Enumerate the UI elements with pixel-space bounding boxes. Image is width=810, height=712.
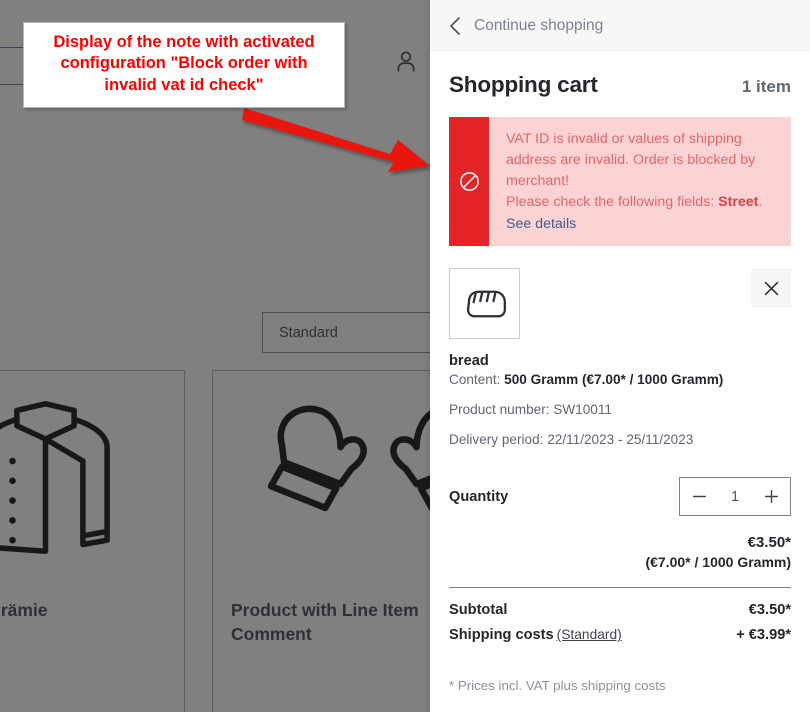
summary-row-shipping: Shipping costs (Standard) + €3.99* bbox=[449, 627, 791, 643]
shipping-costs-value: + €3.99* bbox=[736, 627, 791, 644]
product-content-value: 500 Gramm (€7.00* / 1000 Gramm) bbox=[504, 372, 724, 388]
product-card[interactable]: Product with Line Item Comment bbox=[212, 370, 430, 712]
see-details-link[interactable]: See details bbox=[506, 214, 576, 235]
cart-line-item: bread Content: 500 Gramm (€7.00* / 1000 … bbox=[430, 246, 810, 570]
subtotal-value: €3.50* bbox=[748, 602, 791, 619]
shipping-costs-text: Shipping costs bbox=[449, 627, 554, 644]
alert-stripe bbox=[449, 117, 489, 247]
annotation-callout-text: Display of the note with activated confi… bbox=[53, 33, 315, 94]
line-item-total-price: €3.50* bbox=[747, 534, 791, 552]
alert-fields-line: Please check the following fields: Stree… bbox=[506, 192, 779, 213]
quantity-stepper[interactable]: 1 bbox=[679, 477, 791, 517]
quantity-label: Quantity bbox=[449, 488, 509, 505]
alert-fields-value: Street bbox=[718, 193, 759, 210]
annotation-callout-box: Display of the note with activated confi… bbox=[23, 22, 345, 109]
cart-title-row: Shopping cart 1 item bbox=[430, 52, 810, 98]
annotation-arrow bbox=[242, 108, 430, 172]
bread-loaf-icon[interactable] bbox=[449, 268, 520, 340]
delivery-period: Delivery period: 22/11/2023 - 25/11/2023 bbox=[449, 432, 694, 448]
chevron-left-icon[interactable] bbox=[449, 16, 461, 36]
alert-fields-prefix: Please check the following fields: bbox=[506, 193, 719, 210]
alert-fields-suffix: . bbox=[758, 193, 763, 210]
shipping-method-link[interactable]: (Standard) bbox=[557, 627, 622, 642]
shipping-costs-label: Shipping costs (Standard) bbox=[449, 627, 622, 643]
subtotal-label: Subtotal bbox=[449, 602, 508, 619]
shopping-cart-offcanvas: Continue shopping Shopping cart 1 item V… bbox=[430, 0, 810, 712]
person-icon[interactable] bbox=[393, 48, 419, 74]
page-title: Shopping cart bbox=[449, 72, 598, 97]
product-card[interactable]: en eine Prämie bbox=[0, 370, 185, 712]
mittens-icon bbox=[213, 395, 430, 547]
vat-note: * Prices incl. VAT plus shipping costs bbox=[449, 678, 666, 694]
cart-line-item-top bbox=[449, 268, 791, 340]
alert-message: VAT ID is invalid or values of shipping … bbox=[506, 131, 756, 189]
plus-icon[interactable] bbox=[752, 478, 790, 515]
quantity-input[interactable]: 1 bbox=[718, 489, 752, 505]
blocked-icon bbox=[458, 170, 481, 193]
continue-shopping-link[interactable]: Continue shopping bbox=[474, 17, 603, 35]
sort-select-value: Standard bbox=[279, 324, 338, 341]
cart-item-count: 1 item bbox=[741, 77, 791, 96]
line-item-reference-price: (€7.00* / 1000 Gramm) bbox=[645, 554, 791, 571]
cart-summary: Subtotal €3.50* Shipping costs (Standard)… bbox=[430, 588, 810, 643]
alert-content: VAT ID is invalid or values of shipping … bbox=[489, 117, 791, 246]
cart-header: Continue shopping bbox=[430, 0, 810, 52]
product-card-title: Product with Line Item Comment bbox=[231, 600, 419, 644]
vat-error-alert: VAT ID is invalid or values of shipping … bbox=[449, 117, 791, 247]
product-card-title: en eine Prämie bbox=[0, 600, 48, 620]
quantity-row: Quantity 1 bbox=[449, 477, 791, 517]
product-content-line: Content: 500 Gramm (€7.00* / 1000 Gramm) bbox=[449, 372, 791, 387]
line-item-price-block: €3.50* (€7.00* / 1000 Gramm) bbox=[449, 534, 791, 570]
product-number: Product number: SW10011 bbox=[449, 402, 612, 418]
shirt-icon bbox=[0, 395, 184, 560]
sort-select[interactable]: Standard bbox=[262, 312, 430, 353]
product-content-label: Content: bbox=[449, 372, 505, 388]
product-name[interactable]: bread bbox=[449, 353, 791, 369]
close-icon[interactable] bbox=[751, 268, 791, 309]
summary-row-subtotal: Subtotal €3.50* bbox=[449, 602, 791, 618]
minus-icon[interactable] bbox=[680, 478, 718, 515]
